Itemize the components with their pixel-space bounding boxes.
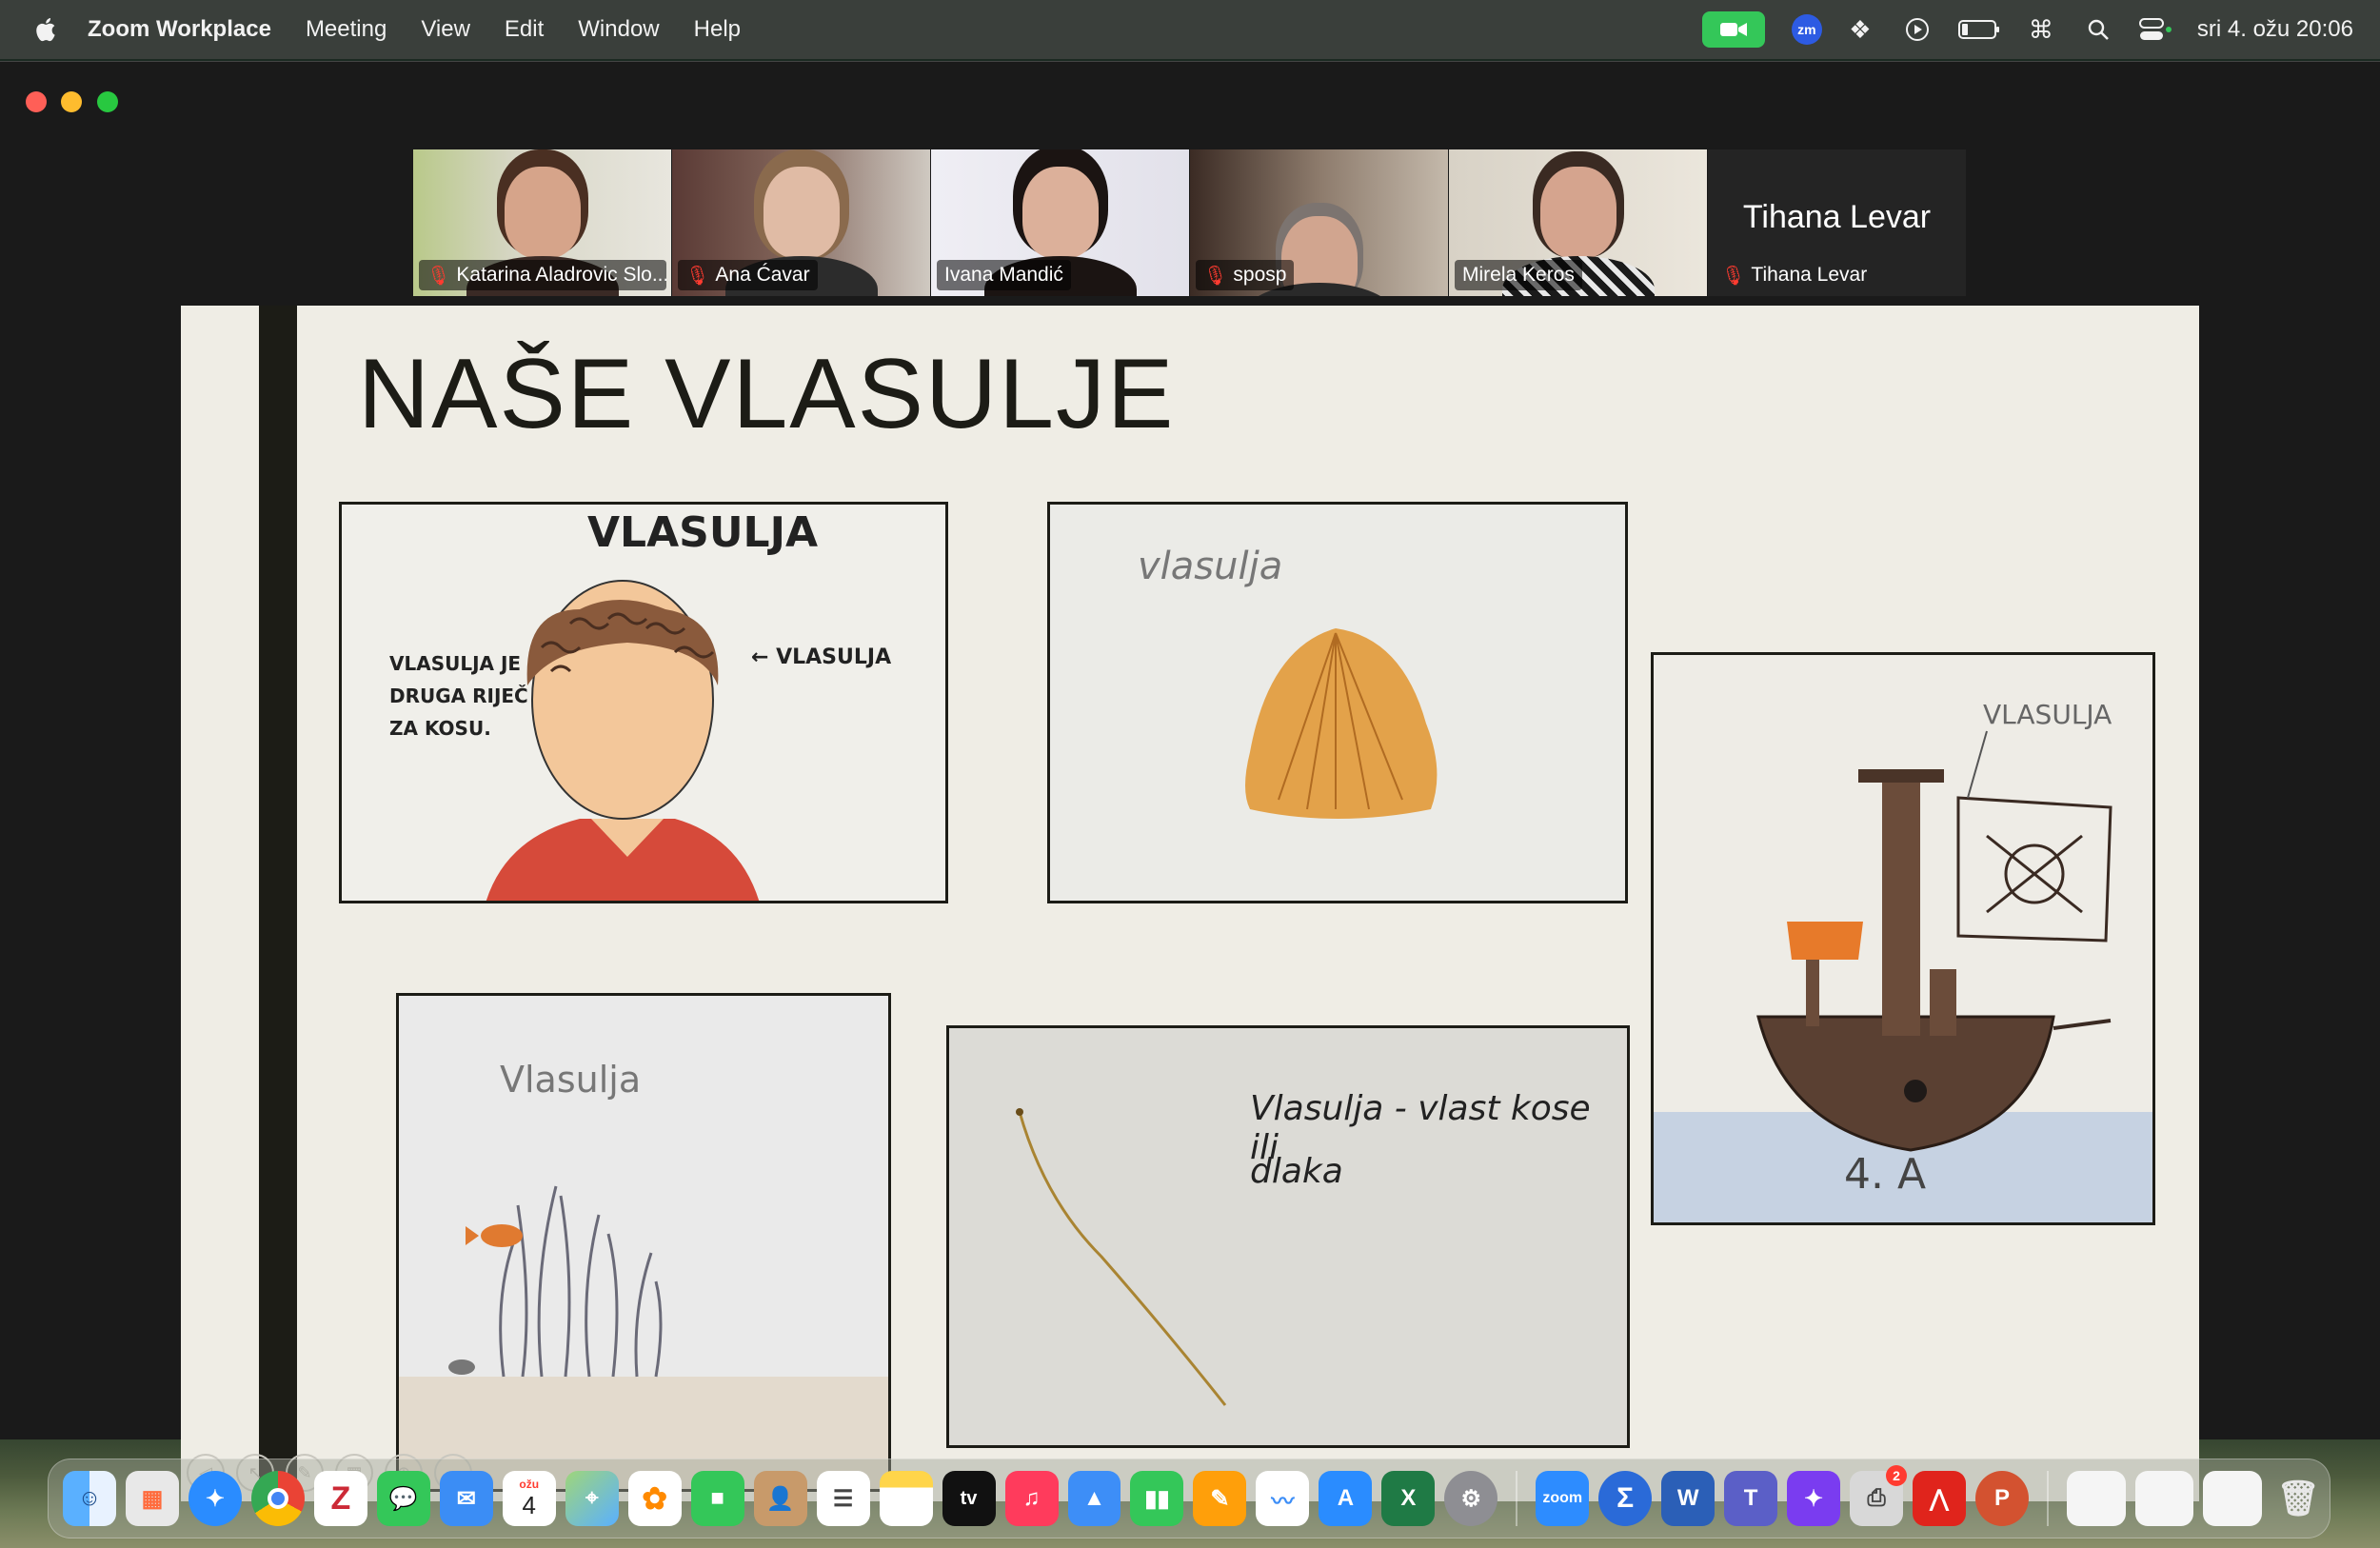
menu-bar-clock[interactable]: sri 4. ožu 20:06 <box>2197 16 2353 43</box>
word-icon[interactable]: W <box>1661 1471 1716 1526</box>
sigma-app-icon[interactable]: Σ <box>1598 1471 1653 1526</box>
printer-badge: 2 <box>1886 1465 1908 1486</box>
menu-window[interactable]: Window <box>578 16 659 43</box>
participant-tile[interactable]: Mirela Keros <box>1449 149 1707 296</box>
drawing-seaweed: Vlasulja <box>396 993 891 1492</box>
notes-icon[interactable] <box>879 1471 933 1526</box>
zoom-window-button[interactable] <box>97 91 118 112</box>
teams-icon[interactable]: T <box>1724 1471 1778 1526</box>
printer-icon[interactable]: ⎙ 2 <box>1850 1465 1908 1526</box>
apple-icon[interactable] <box>32 15 61 44</box>
pirate-ship-figure <box>1654 730 2152 1222</box>
participant-name-label: 🎙︎ sposp <box>1196 260 1295 290</box>
reminders-icon[interactable]: ☰ <box>816 1471 870 1526</box>
menu-bar: Zoom Workplace Meeting View Edit Window … <box>0 0 2380 59</box>
participant-video-face <box>764 167 840 258</box>
seaweed-figure <box>399 1185 888 1489</box>
microphone-muted-icon: 🎙︎ <box>1721 265 1746 287</box>
dock-separator <box>2046 1471 2049 1526</box>
recent-document-icon[interactable] <box>2066 1471 2126 1526</box>
drawing-curly-hair-portrait: VLASULJA VLASULJA JE DRUGA RIJEČ ZA KOSU… <box>339 502 948 903</box>
acrobat-icon[interactable]: ⋀ <box>1913 1471 1966 1526</box>
slide-accent-bar <box>259 306 297 1501</box>
messages-icon[interactable]: 💬 <box>376 1471 430 1526</box>
participant-strip: 🎙︎ Katarina Aladrovic Slo... 🎙︎ Ana Ćava… <box>413 149 1969 296</box>
trash-icon[interactable]: 🗑︎ <box>2271 1471 2325 1526</box>
zoom-menu-icon[interactable]: zm <box>1791 14 1822 45</box>
microphone-muted-icon: 🎙︎ <box>426 265 451 287</box>
apple-tv-icon[interactable]: tv <box>942 1471 996 1526</box>
drawing-wig: vlasulja <box>1047 502 1628 903</box>
participant-name-label: Mirela Keros <box>1455 260 1582 290</box>
freeform-icon[interactable]: 〰 <box>1256 1471 1310 1526</box>
recent-document-icon[interactable] <box>2203 1471 2263 1526</box>
menu-view[interactable]: View <box>421 16 470 43</box>
extension-icon[interactable]: ❖ <box>1841 10 1879 49</box>
facetime-icon[interactable]: ■ <box>690 1471 744 1526</box>
battery-icon[interactable] <box>1955 10 2003 49</box>
zoom-camera-status-icon[interactable] <box>1701 11 1765 48</box>
launchpad-icon[interactable]: ▦ <box>125 1471 179 1526</box>
app-name[interactable]: Zoom Workplace <box>88 16 271 43</box>
macos-dock: ☺ ▦ ✦ Z 💬 ✉ ožu 4 ⌖ ✿ ■ 👤 ☰ tv ♫ ▲ ▮▮ ✎ … <box>48 1459 2330 1538</box>
minimize-window-button[interactable] <box>61 91 82 112</box>
app-store-icon[interactable]: A <box>1319 1471 1373 1526</box>
sparkle-app-icon[interactable]: ✦ <box>1787 1471 1841 1526</box>
screen-mirroring-icon[interactable]: ⌘ <box>2022 10 2060 49</box>
chrome-icon[interactable] <box>250 1471 305 1526</box>
participant-tile[interactable]: 🎙︎ Katarina Aladrovic Slo... <box>413 149 671 296</box>
slide-title: NAŠE VLASULJE <box>358 339 1176 449</box>
safari-icon[interactable]: ✦ <box>188 1471 242 1526</box>
microphone-muted-icon: 🎙︎ <box>685 265 710 287</box>
contacts-icon[interactable]: 👤 <box>753 1471 807 1526</box>
participant-tile[interactable]: 🎙︎ sposp <box>1190 149 1448 296</box>
numbers-icon[interactable]: ▮▮ <box>1130 1471 1184 1526</box>
system-settings-icon[interactable]: ⚙ <box>1444 1471 1498 1526</box>
participant-name-label: 🎙︎ Katarina Aladrovic Slo... <box>419 260 666 290</box>
wig-shape <box>1245 628 1438 819</box>
keynote-icon[interactable]: ▲ <box>1067 1471 1121 1526</box>
participant-tile-active-speaker[interactable]: Ivana Mandić <box>931 149 1189 296</box>
calendar-icon[interactable]: ožu 4 <box>502 1471 556 1526</box>
hair-strand <box>1016 1108 1227 1406</box>
spotlight-search-icon[interactable] <box>2079 10 2117 49</box>
menu-help[interactable]: Help <box>694 16 741 43</box>
calendar-day: 4 <box>522 1490 536 1519</box>
drawing-class-label: 4. A <box>1844 1150 1927 1199</box>
excel-icon[interactable]: X <box>1381 1471 1436 1526</box>
shared-screen-slide: NAŠE VLASULJE VLASULJA VLASULJA JE DRUGA… <box>181 306 2199 1501</box>
participant-name-label: 🎙︎ Tihana Levar <box>1721 264 1868 287</box>
close-window-button[interactable] <box>26 91 47 112</box>
drawing-pirate-ship: VLASULJA 4. A <box>1651 652 2155 1225</box>
zotero-icon[interactable]: Z <box>313 1471 367 1526</box>
participant-name-label: Ivana Mandić <box>937 260 1071 290</box>
zoom-meeting-window: 🎙︎ Katarina Aladrovic Slo... 🎙︎ Ana Ćava… <box>0 61 2380 1501</box>
zoom-app-icon[interactable]: zoom <box>1536 1471 1590 1526</box>
photos-icon[interactable]: ✿ <box>627 1471 682 1526</box>
curly-hair-figure <box>486 580 760 901</box>
calendar-month: ožu <box>519 1477 540 1491</box>
dock-separator <box>1516 1471 1518 1526</box>
participant-tile-no-video[interactable]: Tihana Levar 🎙︎ Tihana Levar <box>1708 149 1966 296</box>
finder-icon[interactable]: ☺ <box>63 1471 116 1526</box>
participant-name-label: 🎙︎ Ana Ćavar <box>678 260 818 290</box>
recent-document-icon[interactable] <box>2134 1471 2194 1526</box>
mail-icon[interactable]: ✉ <box>439 1471 493 1526</box>
participant-display-name: Tihana Levar <box>1742 199 1932 235</box>
maps-icon[interactable]: ⌖ <box>565 1471 619 1526</box>
participant-video-face <box>505 167 581 258</box>
pages-icon[interactable]: ✎ <box>1193 1471 1247 1526</box>
menu-edit[interactable]: Edit <box>505 16 544 43</box>
photo-single-hair: Vlasulja - vlast kose ili dlaka <box>946 1025 1630 1448</box>
play-icon[interactable] <box>1898 10 1936 49</box>
participant-tile[interactable]: 🎙︎ Ana Ćavar <box>672 149 930 296</box>
menu-meeting[interactable]: Meeting <box>306 16 387 43</box>
microphone-muted-icon: 🎙︎ <box>1203 265 1228 287</box>
participant-video-face <box>1540 167 1616 258</box>
participant-video-face <box>1022 167 1099 258</box>
powerpoint-icon[interactable]: P <box>1975 1471 2029 1526</box>
music-icon[interactable]: ♫ <box>1004 1471 1059 1526</box>
control-center-icon[interactable] <box>2136 10 2174 49</box>
